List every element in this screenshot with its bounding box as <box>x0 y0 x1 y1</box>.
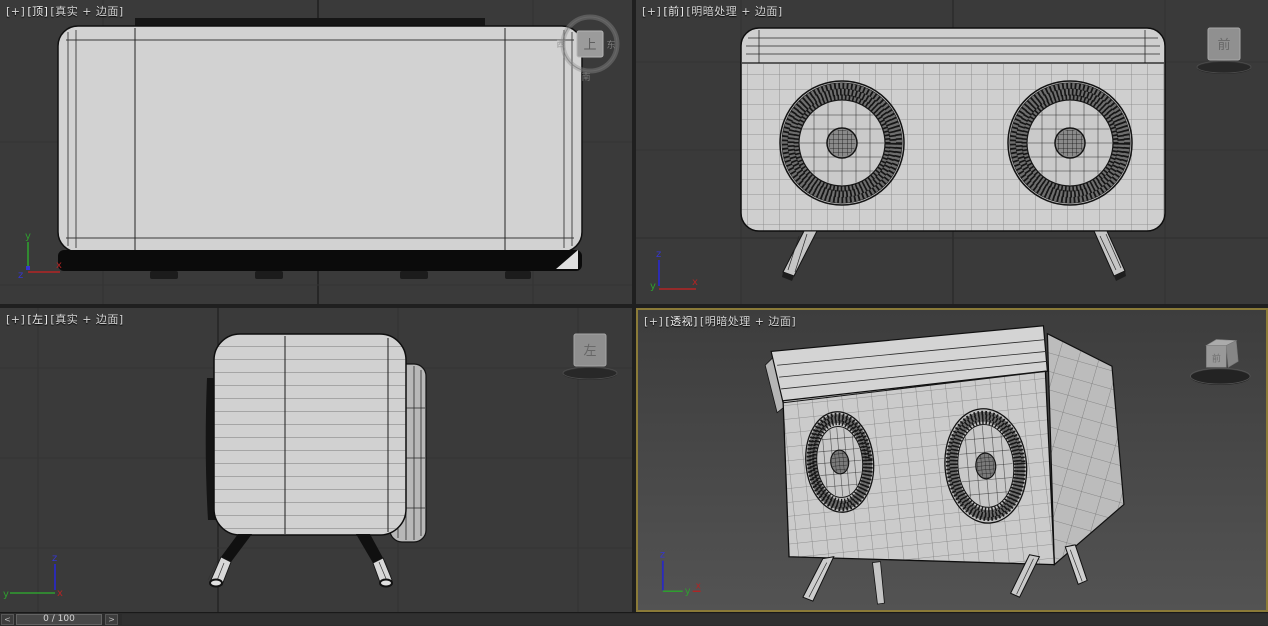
viewcube-face-label[interactable]: 前 <box>1217 37 1230 53</box>
speaker-driver-right[interactable] <box>1008 81 1132 205</box>
viewcube-face-label[interactable]: 上 <box>583 38 596 53</box>
viewport-label-left: [+][左][真实 + 边面] <box>6 311 126 327</box>
axis-z-label: z <box>660 550 665 561</box>
axis-x-label: x <box>696 581 701 591</box>
axis-x-label: x <box>56 260 62 271</box>
speaker-legs-left-view <box>208 534 392 587</box>
axis-gizmo-front: z x y <box>650 249 698 292</box>
axis-y-label: y <box>650 281 656 292</box>
viewport-name-button[interactable]: [透视] <box>665 315 698 328</box>
axis-x-label: x <box>57 588 63 599</box>
viewcube-left[interactable]: 左 <box>563 334 617 380</box>
axis-z-label: z <box>656 249 661 260</box>
timeline-slider-thumb[interactable]: 0 / 100 <box>16 614 102 625</box>
viewport-name-button[interactable]: [左] <box>27 313 48 326</box>
axis-gizmo-top: y x z <box>18 231 62 281</box>
viewcube-face-label[interactable]: 前 <box>1212 352 1221 364</box>
timeline-bar: < 0 / 100 > <box>0 612 1268 626</box>
viewcube-face-label[interactable]: 左 <box>583 344 596 359</box>
compass-south-label[interactable]: 南 <box>581 71 590 83</box>
viewport-perspective[interactable]: 前 z y x [+][透视][明暗处理 + 边面] <box>636 308 1268 612</box>
viewport-menu-button[interactable]: [+] <box>6 5 25 18</box>
speaker-model-top-view[interactable] <box>58 18 582 279</box>
compass-east-label[interactable]: 东 <box>606 39 615 51</box>
viewport-menu-button[interactable]: [+] <box>644 315 663 328</box>
axis-z-label: z <box>18 270 23 281</box>
max-viewport-area: 上 西 东 南 y x z [+][顶][真实 + 边面] <box>0 0 1268 626</box>
viewport-shading-button[interactable]: [明暗处理 + 边面] <box>686 5 782 18</box>
viewport-menu-button[interactable]: [+] <box>6 313 25 326</box>
axis-y-label: y <box>3 589 9 600</box>
viewport-label-top: [+][顶][真实 + 边面] <box>6 3 126 19</box>
speaker-driver-left[interactable] <box>780 81 904 205</box>
viewport-menu-button[interactable]: [+] <box>642 5 661 18</box>
axis-gizmo-left: z y x <box>3 553 63 600</box>
viewport-name-button[interactable]: [前] <box>663 5 684 18</box>
viewport-top[interactable]: 上 西 东 南 y x z [+][顶][真实 + 边面] <box>0 0 632 304</box>
compass-west-label[interactable]: 西 <box>556 39 565 50</box>
viewport-shading-button[interactable]: [真实 + 边面] <box>50 5 123 18</box>
axis-y-label: y <box>25 231 31 242</box>
viewport-shading-button[interactable]: [明暗处理 + 边面] <box>700 315 796 328</box>
viewport-shading-button[interactable]: [真实 + 边面] <box>50 313 123 326</box>
timeline-track[interactable] <box>122 614 1268 625</box>
viewport-front[interactable]: 前 z x y [+][前][明暗处理 + 边面] <box>636 0 1268 304</box>
viewcube-front[interactable]: 前 <box>1197 28 1251 74</box>
viewport-label-perspective: [+][透视][明暗处理 + 边面] <box>644 313 798 329</box>
axis-z-label: z <box>52 553 57 564</box>
speaker-model-left-view[interactable] <box>206 334 426 587</box>
axis-x-label: x <box>692 277 698 288</box>
timeline-next-frame-button[interactable]: > <box>105 614 118 625</box>
viewport-name-button[interactable]: [顶] <box>27 5 48 18</box>
viewport-label-front: [+][前][明暗处理 + 边面] <box>642 3 785 19</box>
axis-y-label: y <box>685 586 691 597</box>
viewport-left[interactable]: 左 z y x [+][左][真实 + 边面] <box>0 308 632 612</box>
timeline-prev-frame-button[interactable]: < <box>1 614 14 625</box>
